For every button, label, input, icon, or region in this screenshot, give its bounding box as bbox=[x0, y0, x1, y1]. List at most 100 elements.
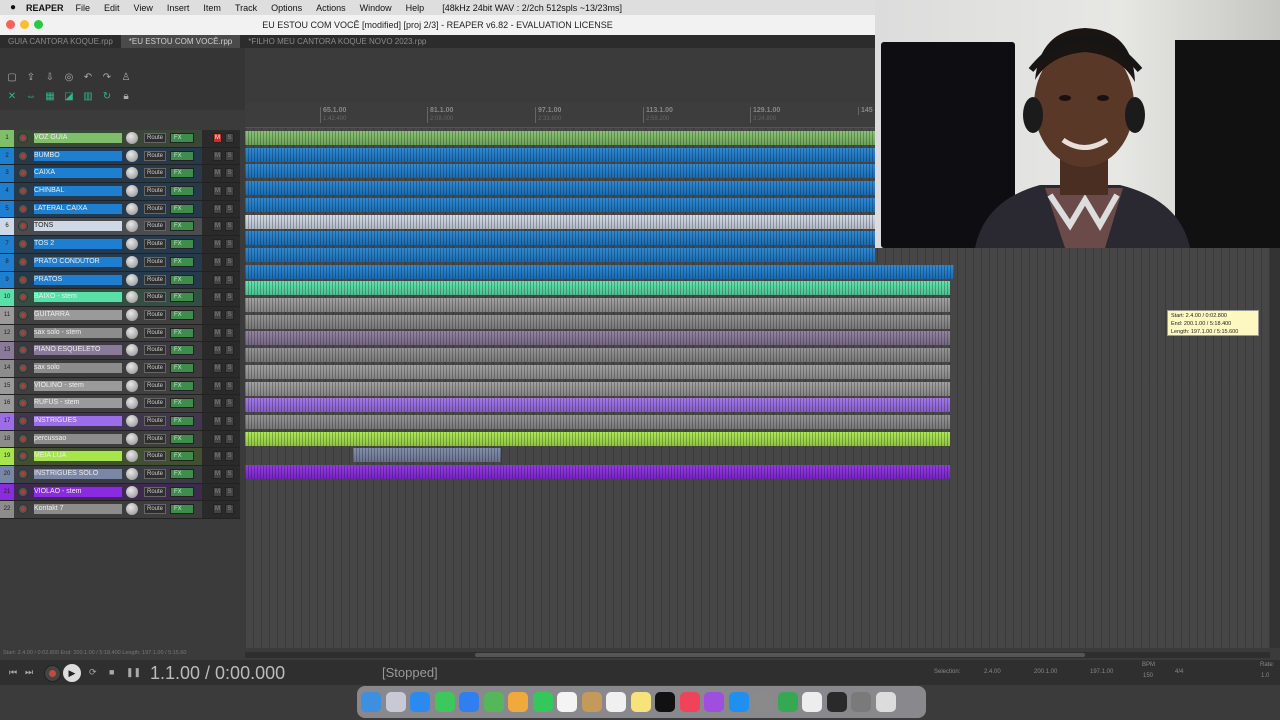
media-item[interactable] bbox=[245, 348, 950, 363]
tv-icon[interactable] bbox=[655, 692, 675, 712]
fx-button[interactable]: FX bbox=[170, 239, 194, 250]
track-lane[interactable] bbox=[245, 431, 1270, 446]
track-panel[interactable]: GUITARRA Route FX bbox=[14, 306, 202, 324]
media-item[interactable] bbox=[245, 298, 950, 312]
record-arm-icon[interactable] bbox=[18, 433, 28, 444]
track-lane[interactable] bbox=[245, 280, 1270, 296]
track-row[interactable]: 20 INSTRIGUES SOLO Route FX M S bbox=[0, 466, 240, 484]
record-arm-icon[interactable] bbox=[18, 416, 28, 426]
track-panel[interactable]: INSTRIGUES SOLO Route FX bbox=[14, 466, 202, 483]
media-item[interactable] bbox=[245, 364, 950, 379]
route-button[interactable]: Route bbox=[144, 203, 166, 214]
solo-button[interactable]: S bbox=[225, 274, 234, 285]
route-button[interactable]: Route bbox=[144, 345, 166, 356]
snap-icon[interactable]: ▥ bbox=[80, 89, 96, 103]
track-name[interactable]: PIANO ESQUELETO bbox=[34, 345, 122, 356]
solo-button[interactable]: S bbox=[225, 186, 234, 197]
track-name[interactable]: BUMBO bbox=[34, 150, 122, 161]
lock-icon[interactable]: 🔒︎ bbox=[118, 89, 134, 103]
track-row[interactable]: 9 PRATOS Route FX M S bbox=[0, 271, 240, 290]
track-name[interactable]: CAIXA bbox=[34, 168, 122, 179]
solo-button[interactable]: S bbox=[225, 292, 234, 303]
track-panel[interactable]: MEIA LUA Route FX bbox=[14, 448, 202, 466]
record-arm-icon[interactable] bbox=[18, 504, 28, 515]
track-lane[interactable] bbox=[245, 297, 1270, 312]
fx-button[interactable]: FX bbox=[170, 451, 194, 462]
solo-button[interactable]: S bbox=[225, 504, 234, 515]
mute-button[interactable]: M bbox=[213, 133, 222, 143]
volume-knob[interactable] bbox=[126, 273, 138, 286]
podcasts-icon[interactable] bbox=[704, 692, 724, 712]
go-to-end-icon[interactable]: ⏭ bbox=[25, 667, 33, 678]
media-item[interactable] bbox=[245, 147, 875, 162]
fx-button[interactable]: FX bbox=[170, 469, 194, 480]
solo-button[interactable]: S bbox=[225, 133, 234, 143]
mute-button[interactable]: M bbox=[213, 416, 222, 426]
mute-button[interactable]: M bbox=[213, 469, 222, 480]
menu-help[interactable]: Help bbox=[406, 3, 425, 13]
chrome-icon[interactable] bbox=[777, 692, 798, 712]
reminders-icon[interactable] bbox=[606, 692, 626, 712]
track-panel[interactable]: BUMBO Route FX bbox=[14, 147, 202, 165]
volume-knob[interactable] bbox=[126, 202, 138, 215]
fx-button[interactable]: FX bbox=[170, 504, 194, 515]
volume-knob[interactable] bbox=[126, 132, 138, 144]
route-button[interactable]: Route bbox=[144, 362, 166, 373]
track-lane[interactable] bbox=[245, 247, 1270, 262]
menu-view[interactable]: View bbox=[134, 3, 153, 13]
track-name[interactable]: TONS bbox=[34, 221, 122, 232]
track-row[interactable]: 21 VIOLAO - stem Route FX M S bbox=[0, 483, 240, 502]
solo-button[interactable]: S bbox=[225, 309, 234, 320]
track-row[interactable]: 19 MEIA LUA Route FX M S bbox=[0, 448, 240, 467]
solo-button[interactable]: S bbox=[225, 469, 234, 480]
mute-button[interactable]: M bbox=[213, 203, 222, 214]
record-arm-icon[interactable] bbox=[18, 469, 28, 480]
calendar-icon[interactable] bbox=[557, 692, 577, 712]
finder-icon[interactable] bbox=[361, 692, 381, 712]
volume-knob[interactable] bbox=[126, 308, 138, 321]
volume-knob[interactable] bbox=[126, 255, 138, 268]
record-arm-icon[interactable] bbox=[18, 133, 28, 143]
app-menu[interactable]: REAPER bbox=[26, 3, 64, 13]
route-button[interactable]: Route bbox=[144, 486, 166, 497]
volume-knob[interactable] bbox=[126, 379, 138, 392]
fx-button[interactable]: FX bbox=[170, 203, 194, 214]
mute-button[interactable]: M bbox=[213, 221, 222, 232]
menu-file[interactable]: File bbox=[76, 3, 91, 13]
record-arm-icon[interactable] bbox=[18, 292, 28, 303]
undo-icon[interactable]: ↶ bbox=[80, 70, 96, 84]
media-item[interactable] bbox=[245, 414, 950, 429]
media-item[interactable] bbox=[245, 214, 875, 229]
save-project-icon[interactable]: ⇩ bbox=[42, 70, 58, 84]
metronome-icon[interactable]: ♙ bbox=[118, 70, 134, 84]
track-lane[interactable] bbox=[245, 397, 1270, 413]
route-button[interactable]: Route bbox=[144, 433, 166, 444]
solo-button[interactable]: S bbox=[225, 416, 234, 426]
track-name[interactable]: sax solo - stem bbox=[34, 327, 122, 338]
track-name[interactable]: PRATO CONDUTOR bbox=[34, 256, 122, 267]
fx-button[interactable]: FX bbox=[170, 168, 194, 179]
loop-icon[interactable]: ↻ bbox=[99, 89, 115, 103]
route-button[interactable]: Route bbox=[144, 327, 166, 338]
track-lane[interactable] bbox=[245, 464, 1270, 479]
mute-button[interactable]: M bbox=[213, 433, 222, 444]
fx-button[interactable]: FX bbox=[170, 433, 194, 444]
record-arm-icon[interactable] bbox=[18, 398, 28, 409]
time-signature[interactable]: 4/4 bbox=[1175, 669, 1183, 675]
fx-button[interactable]: FX bbox=[170, 256, 194, 267]
tab-eu-estou[interactable]: *EU ESTOU COM VOCÊ.rpp bbox=[120, 35, 241, 48]
menu-track[interactable]: Track bbox=[235, 3, 257, 13]
media-item[interactable] bbox=[245, 281, 950, 296]
fx-button[interactable]: FX bbox=[170, 186, 194, 197]
volume-knob[interactable] bbox=[126, 361, 138, 374]
volume-knob[interactable] bbox=[126, 485, 138, 498]
facetime-icon[interactable] bbox=[532, 692, 553, 712]
mute-button[interactable]: M bbox=[213, 380, 222, 391]
mute-button[interactable]: M bbox=[213, 168, 222, 179]
mute-button[interactable]: M bbox=[213, 398, 222, 409]
redo-icon[interactable]: ↷ bbox=[99, 70, 115, 84]
route-button[interactable]: Route bbox=[144, 256, 166, 267]
track-panel[interactable]: VOZ GUIA Route FX bbox=[14, 130, 202, 147]
track-lane[interactable] bbox=[245, 447, 1270, 463]
track-row[interactable]: 3 CAIXA Route FX M S bbox=[0, 165, 240, 184]
